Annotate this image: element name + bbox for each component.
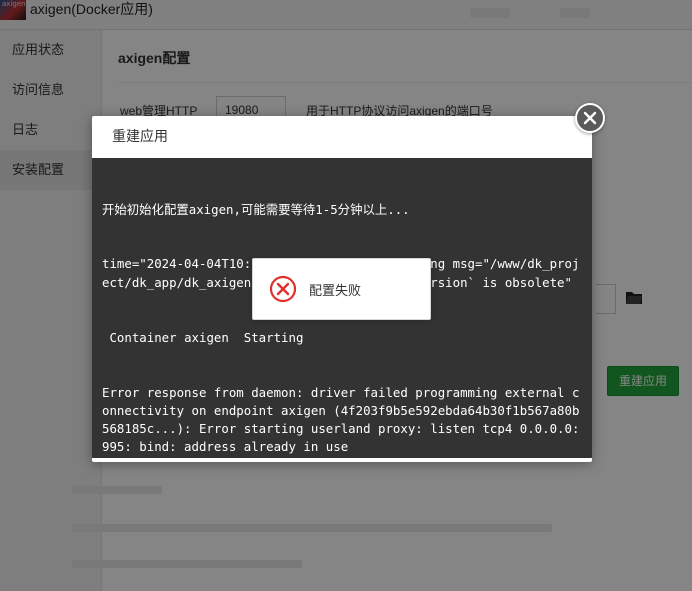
close-icon[interactable] [575,103,605,133]
console-line: 开始初始化配置axigen,可能需要等待1-5分钟以上... [102,201,410,217]
error-circle-icon [269,275,297,303]
toast-message: 配置失败 [309,283,362,298]
error-toast: 配置失败 [252,258,431,320]
console-line: Error response from daemon: driver faile… [102,384,580,455]
console-line: Container axigen Starting [102,329,304,345]
modal-title: 重建应用 [112,128,168,144]
